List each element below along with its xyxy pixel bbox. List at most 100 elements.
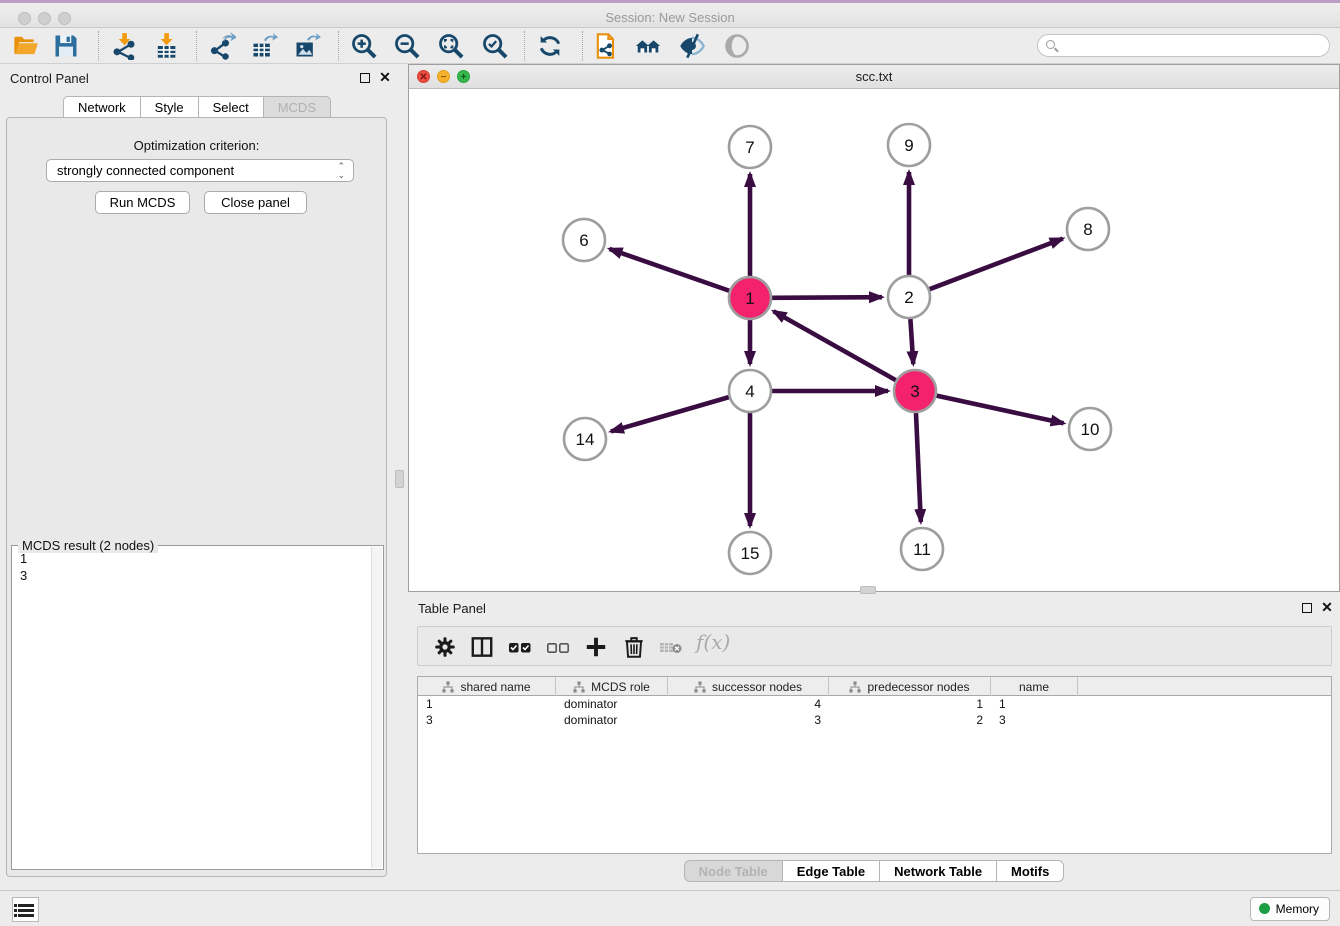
style-preview-icon[interactable] (678, 32, 706, 60)
graph-node-label: 10 (1081, 420, 1100, 439)
table-cell[interactable]: 1 (991, 696, 1078, 712)
checked-boxes-icon[interactable] (507, 634, 533, 660)
tab-node-table[interactable]: Node Table (684, 860, 783, 882)
trash-icon[interactable] (621, 634, 647, 660)
table-cell[interactable]: 3 (991, 712, 1078, 728)
search-input[interactable] (1062, 36, 1322, 55)
graph-node-label: 9 (904, 136, 913, 155)
delete-table-icon[interactable] (658, 634, 684, 660)
import-network-icon[interactable] (110, 32, 138, 60)
function-icon[interactable]: f(x) (696, 630, 736, 656)
graph-node-label: 3 (910, 382, 919, 401)
control-panel-tabs: NetworkStyleSelectMCDS (0, 96, 394, 118)
graph-edge-1-2[interactable] (772, 297, 882, 298)
tab-edge-table[interactable]: Edge Table (783, 860, 880, 882)
table-cell[interactable]: dominator (556, 696, 668, 712)
zoom-selected-icon[interactable] (481, 32, 509, 60)
zoom-out-icon[interactable] (393, 32, 421, 60)
table-cell[interactable]: 4 (668, 696, 829, 712)
export-image-icon[interactable] (293, 32, 321, 60)
table-cell[interactable]: 2 (829, 712, 991, 728)
table-cell[interactable]: 3 (668, 712, 829, 728)
network-graph: 7968124314101511 (409, 89, 1339, 591)
mcds-result-box: MCDS result (2 nodes) 1 3 (11, 545, 384, 870)
control-panel-title: Control Panel (10, 71, 89, 86)
graph-edge-1-6[interactable] (609, 249, 729, 291)
column-header-successor-nodes[interactable]: successor nodes (668, 677, 829, 696)
table-cell[interactable]: 3 (418, 712, 556, 728)
column-header-mcds-role[interactable]: MCDS role (556, 677, 668, 696)
close-table-panel-icon[interactable]: ✕ (1320, 600, 1334, 614)
memory-button[interactable]: Memory (1250, 897, 1330, 921)
graph-node-label: 14 (576, 430, 595, 449)
graph-node-label: 4 (745, 382, 754, 401)
import-table-icon[interactable] (152, 32, 180, 60)
zoom-in-icon[interactable] (350, 32, 378, 60)
vertical-splitter-handle[interactable] (395, 470, 404, 488)
graph-edge-3-11[interactable] (916, 413, 921, 522)
tree-icon (573, 681, 585, 693)
zoom-fit-icon[interactable] (437, 32, 465, 60)
titlebar: Session: New Session (0, 0, 1340, 28)
plus-icon[interactable] (583, 634, 609, 660)
tab-select[interactable]: Select (199, 96, 264, 118)
table-row: 3dominator323 (418, 712, 1331, 728)
result-scrollbar[interactable] (371, 547, 382, 868)
export-table-icon[interactable] (250, 32, 278, 60)
tab-motifs[interactable]: Motifs (997, 860, 1064, 882)
gear-icon[interactable] (432, 634, 458, 660)
table-cell[interactable]: 1 (418, 696, 556, 712)
graph-node-label: 2 (904, 288, 913, 307)
mcds-result-text[interactable]: 1 3 (14, 550, 369, 867)
float-table-panel-icon[interactable] (1302, 603, 1312, 613)
home-icon[interactable] (634, 32, 668, 60)
refresh-icon[interactable] (536, 32, 564, 60)
float-panel-icon[interactable] (360, 73, 370, 83)
control-panel: Control Panel ✕ NetworkStyleSelectMCDS O… (0, 64, 394, 882)
optimization-criterion-label: Optimization criterion: (7, 138, 386, 153)
birdseye-icon[interactable] (723, 32, 751, 60)
graph-edge-2-3[interactable] (910, 319, 913, 364)
table-row: 1dominator411 (418, 696, 1331, 712)
search-field (1037, 34, 1330, 57)
memory-status-icon (1259, 903, 1270, 914)
network-window-titlebar[interactable]: ✕ − + scc.txt (409, 65, 1339, 89)
unchecked-boxes-icon[interactable] (545, 634, 571, 660)
tab-style[interactable]: Style (141, 96, 199, 118)
table-panel-title: Table Panel (418, 601, 486, 616)
main-toolbar (0, 28, 1340, 64)
graph-edge-4-14[interactable] (611, 397, 729, 431)
graph-edge-3-1[interactable] (774, 311, 896, 380)
memory-label: Memory (1276, 902, 1319, 916)
tab-network[interactable]: Network (63, 96, 141, 118)
close-panel-icon[interactable]: ✕ (378, 70, 392, 84)
graph-edge-3-10[interactable] (936, 396, 1063, 424)
horizontal-splitter-handle[interactable] (860, 586, 876, 594)
open-session-icon[interactable] (12, 32, 40, 60)
table-toolbar: f(x) (417, 626, 1332, 666)
graph-node-label: 15 (741, 544, 760, 563)
criterion-select[interactable]: strongly connected component ⌃⌄ (46, 159, 354, 182)
column-header-predecessor-nodes[interactable]: predecessor nodes (829, 677, 991, 696)
save-session-icon[interactable] (52, 32, 80, 60)
mcds-tab-content: Optimization criterion: strongly connect… (6, 117, 387, 877)
list-icon (18, 904, 34, 919)
column-header-name[interactable]: name (991, 677, 1078, 696)
tab-network-table[interactable]: Network Table (880, 860, 997, 882)
export-network-icon[interactable] (208, 32, 236, 60)
node-table-header: shared nameMCDS rolesuccessor nodesprede… (418, 677, 1331, 696)
graph-node-label: 8 (1083, 220, 1092, 239)
close-panel-button[interactable]: Close panel (204, 191, 307, 214)
run-mcds-button[interactable]: Run MCDS (95, 191, 190, 214)
window-title: Session: New Session (0, 10, 1340, 25)
tree-icon (442, 681, 454, 693)
tab-mcds[interactable]: MCDS (264, 96, 331, 118)
table-cell[interactable]: 1 (829, 696, 991, 712)
task-history-button[interactable] (12, 897, 39, 922)
table-cell[interactable]: dominator (556, 712, 668, 728)
split-columns-icon[interactable] (469, 634, 495, 660)
graph-edge-2-8[interactable] (930, 239, 1063, 290)
column-header-shared-name[interactable]: shared name (418, 677, 556, 696)
network-canvas[interactable]: 7968124314101511 (409, 89, 1339, 591)
clone-network-icon[interactable] (592, 32, 620, 60)
